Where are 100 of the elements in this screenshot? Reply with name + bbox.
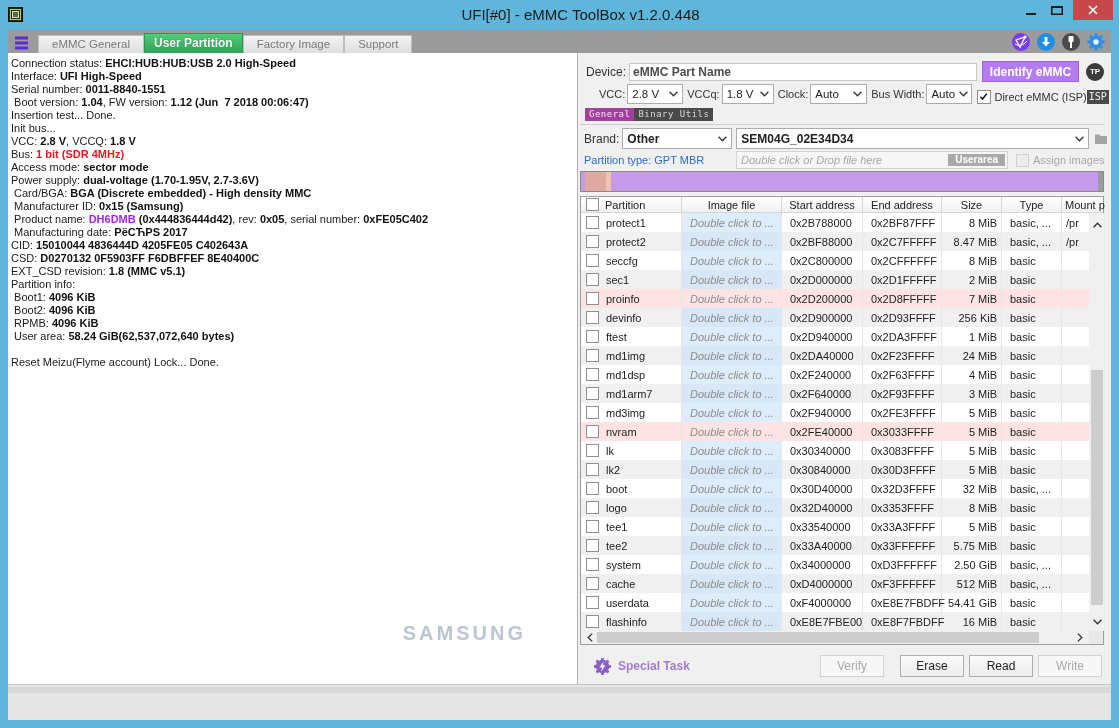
checkbox[interactable] <box>586 198 599 211</box>
tab[interactable]: Support <box>344 35 413 53</box>
checkbox[interactable] <box>586 235 599 248</box>
checkbox[interactable] <box>586 254 599 267</box>
checkbox[interactable] <box>586 482 599 495</box>
table-row[interactable]: flashinfo Double click to ... 0xE8E7FBE00 0xE8F7FBDFF 16 MiB basic <box>581 612 1089 631</box>
download-icon[interactable] <box>1037 32 1055 51</box>
dropdown[interactable]: Auto <box>810 84 868 104</box>
table-cell: logo <box>606 501 627 514</box>
checkbox[interactable] <box>977 89 992 104</box>
table-row[interactable]: tee2 Double click to ... 0x33A40000 0x33FFFFFF 5.75 MiB basic <box>581 536 1089 555</box>
partition-type-label: Partition type: GPT MBR <box>584 154 706 166</box>
sub-tab[interactable]: Binary Utils <box>634 108 714 121</box>
field-label: VCC: <box>599 88 626 100</box>
dropdown[interactable]: 2.8 V <box>627 84 684 104</box>
gear-lightning-icon <box>594 657 611 675</box>
plug-icon[interactable] <box>1062 32 1080 51</box>
log-line: CSD: D0270132 0F5903FF F6DBFFEF 8E40400C <box>11 252 260 265</box>
dropdown[interactable]: Auto <box>926 84 973 104</box>
tab[interactable]: Factory Image <box>242 35 345 53</box>
column-header[interactable]: Start address <box>782 197 863 212</box>
log-line: EXT_CSD revision: 1.8 (MMC v5.1) <box>11 265 186 278</box>
table-row[interactable]: md1img Double click to ... 0x2DA40000 0x2F23FFFF 24 MiB basic <box>581 346 1089 365</box>
table-cell-text: /pr <box>1065 234 1080 250</box>
checkbox[interactable] <box>586 216 599 229</box>
table-cell: nvram <box>606 425 637 438</box>
checkbox[interactable] <box>586 539 599 552</box>
log-line: Boot version: 1.04, FW version: 1.12 (Jun 7 2018 00:06:47) <box>13 96 309 109</box>
checkbox[interactable] <box>586 349 599 362</box>
checkbox[interactable] <box>586 311 599 324</box>
tp-badge[interactable]: TP <box>1086 62 1104 81</box>
checkbox[interactable] <box>586 463 599 476</box>
checkbox[interactable] <box>586 368 599 381</box>
column-header[interactable]: Type <box>1002 197 1062 212</box>
table-cell: tee1 <box>606 520 628 533</box>
checkbox[interactable] <box>586 387 599 400</box>
chevron-right-icon[interactable] <box>1077 633 1083 642</box>
log-line: Manufacturing date: РёСЋРЅ 2017 <box>13 226 188 239</box>
checkbox[interactable] <box>586 292 599 305</box>
table-cell: userdata <box>606 596 649 609</box>
checkbox[interactable] <box>586 330 599 343</box>
horizontal-scrollbar[interactable] <box>581 631 1089 644</box>
checkbox[interactable] <box>586 425 599 438</box>
chevron-down-icon <box>1075 135 1085 142</box>
column-header[interactable]: Size <box>942 197 1002 212</box>
chevron-up-icon[interactable] <box>1092 222 1102 228</box>
table-row[interactable]: md1arm7 Double click to ... 0x2F640000 0x2F93FFFF 3 MiB basic <box>581 384 1089 403</box>
checkbox-label: Assign images <box>1033 154 1105 166</box>
scrollbar-thumb[interactable] <box>597 632 1039 643</box>
chip-icon <box>8 7 23 22</box>
dropdown[interactable]: 1.8 V <box>721 84 774 104</box>
log-line: Boot2: 4096 KiB <box>13 304 96 317</box>
sub-tab[interactable]: General <box>585 108 635 121</box>
column-header[interactable]: Image file <box>682 197 782 212</box>
checkbox[interactable] <box>586 273 599 286</box>
table-row[interactable]: proinfo Double click to ... 0x2D200000 0x2D8FFFFF 7 MiB basic <box>581 289 1089 308</box>
column-header[interactable]: Partition <box>605 198 646 211</box>
column-header[interactable]: End address <box>863 197 942 212</box>
chevron-left-icon[interactable] <box>587 633 593 642</box>
table-cell: md1dsp <box>606 368 646 381</box>
action-button[interactable]: Read <box>969 655 1033 677</box>
menu-icon[interactable] <box>15 36 28 50</box>
log-line: CID: 15010044 4836444D 4205FE05 C402643A <box>11 239 249 252</box>
scrollbar-thumb[interactable] <box>1091 370 1103 605</box>
dropdown[interactable]: Other <box>622 128 733 149</box>
device-field[interactable]: eMMC Part Name <box>629 62 977 81</box>
checkbox[interactable] <box>586 615 599 628</box>
checkbox[interactable] <box>586 501 599 514</box>
field-label: Bus Width: <box>871 88 925 100</box>
network-icon[interactable] <box>1012 32 1030 51</box>
checkbox[interactable] <box>586 406 599 419</box>
tab[interactable]: eMMC General <box>38 35 144 53</box>
table-row[interactable]: logo Double click to ... 0x32D40000 0x3353FFFF 8 MiB basic <box>581 498 1089 517</box>
checkbox[interactable] <box>586 596 599 609</box>
brand-logo: SAMSUNG <box>402 623 526 644</box>
table-cell: system <box>606 558 641 571</box>
column-header[interactable]: Mount p <box>1062 197 1105 212</box>
checkbox[interactable] <box>586 577 599 590</box>
table-row[interactable]: protect2 Double click to ... 0x2BF88000 0x2C7FFFFF 8.47 MiB basic, ... /pr <box>581 232 1089 251</box>
vertical-scrollbar[interactable] <box>1089 213 1105 631</box>
table-cell: seccfg <box>606 254 638 267</box>
checkbox[interactable] <box>586 558 599 571</box>
log-line: Insertion test... Done. <box>11 109 116 122</box>
chevron-down-icon <box>759 91 769 97</box>
chevron-down-icon <box>669 91 679 97</box>
table-row[interactable]: lk2 Double click to ... 0x30840000 0x30D3FFFF 5 MiB basic <box>581 460 1089 479</box>
table-row[interactable]: nvram Double click to ... 0x2FE40000 0x3033FFFF 5 MiB basic <box>581 422 1089 441</box>
maximize-icon <box>1051 5 1063 15</box>
action-button[interactable]: Erase <box>900 655 964 677</box>
table-row[interactable]: cache Double click to ... 0xD4000000 0xF3FFFFFF 512 MiB basic, ... <box>581 574 1089 593</box>
checkbox[interactable] <box>586 444 599 457</box>
dropdown[interactable]: SEM04G_02E34D34 <box>736 128 1090 149</box>
checkbox[interactable] <box>586 520 599 533</box>
folder-icon[interactable] <box>1095 133 1108 144</box>
table-cell: sec1 <box>606 273 630 286</box>
table-cell: ftest <box>606 330 627 343</box>
table-row[interactable]: devinfo Double click to ... 0x2D900000 0x2D93FFFF 256 KiB basic <box>581 308 1089 327</box>
settings-icon[interactable] <box>1087 32 1105 51</box>
table-row[interactable]: sec1 Double click to ... 0x2D000000 0x2D1FFFFF 2 MiB basic <box>581 270 1089 289</box>
chevron-down-icon[interactable] <box>1092 619 1102 625</box>
